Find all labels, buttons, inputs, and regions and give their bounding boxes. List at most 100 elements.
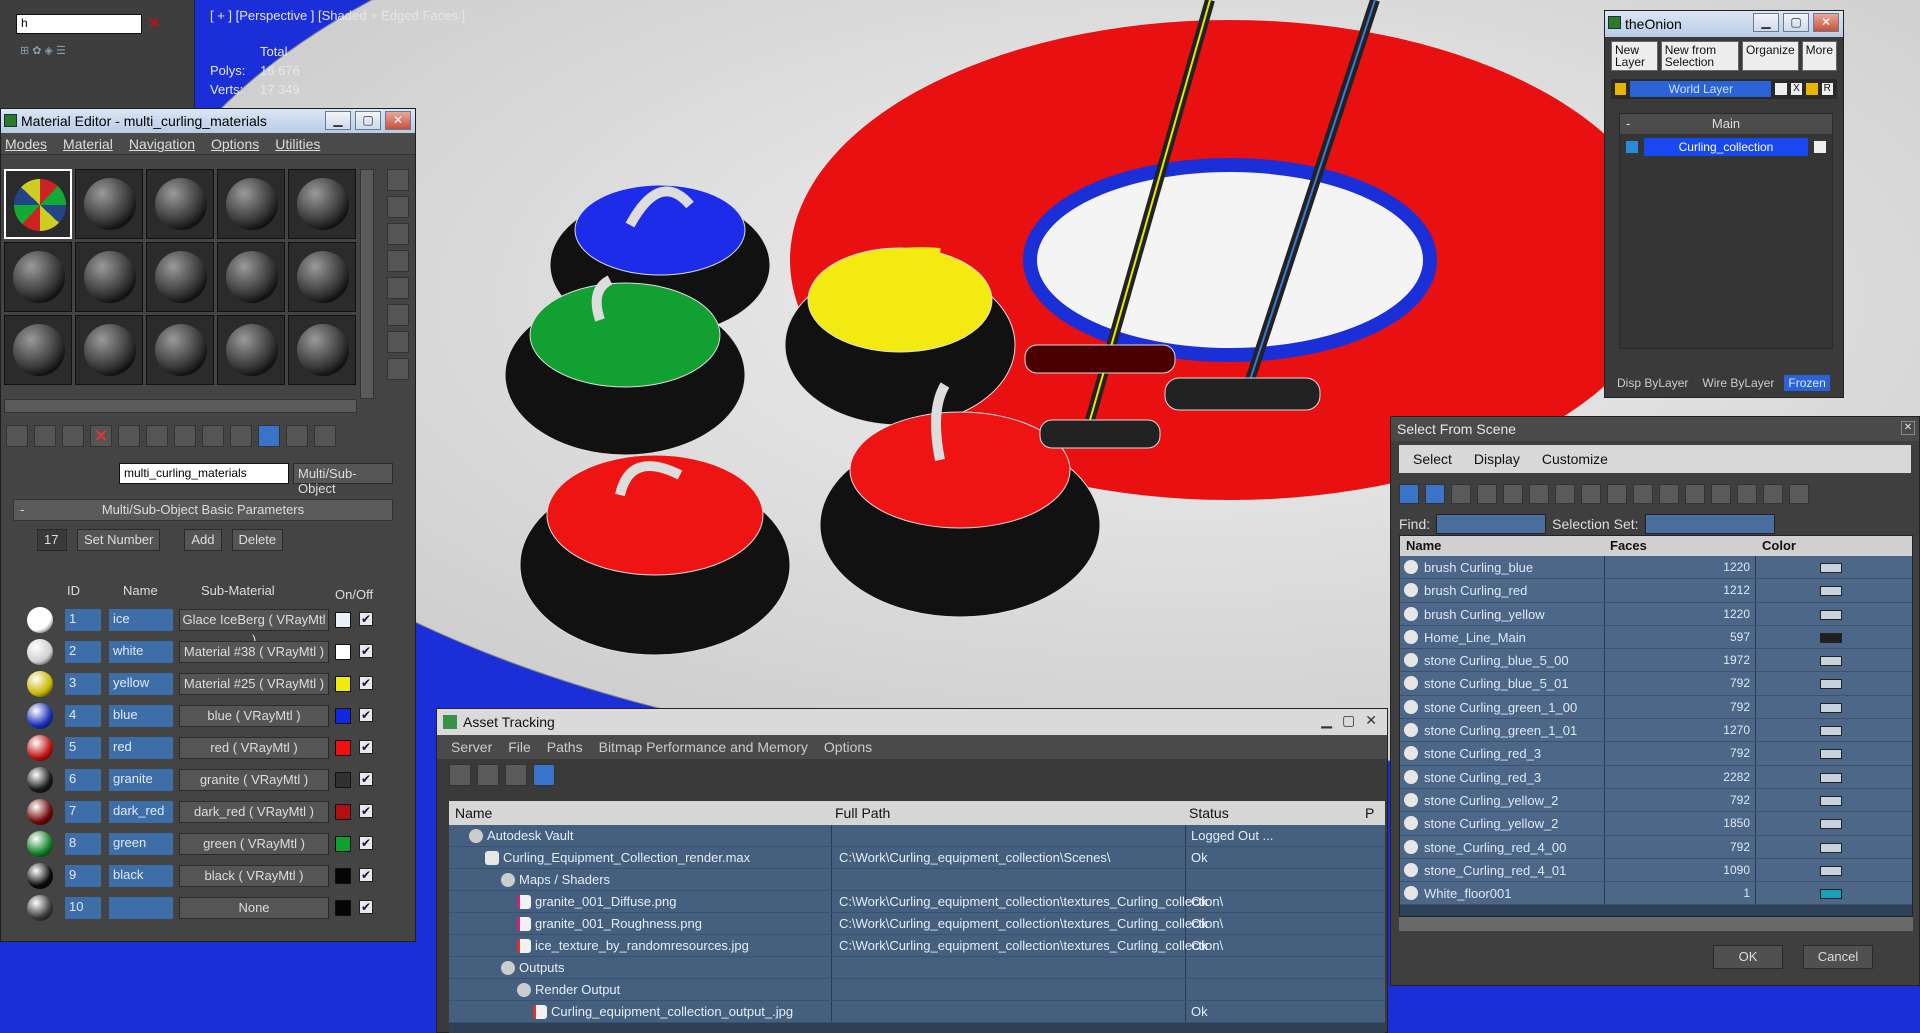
sub-material-name[interactable]	[109, 897, 173, 919]
select-from-scene-close-button[interactable]: ✕	[1901, 421, 1915, 435]
col-status[interactable]: Status	[1189, 805, 1229, 821]
assign-material-icon[interactable]	[62, 425, 84, 447]
sub-material-id[interactable]: 1	[65, 609, 101, 631]
scene-search-input[interactable]: h	[16, 14, 142, 34]
display-cameras-icon[interactable]	[1477, 484, 1497, 504]
display-containers-icon[interactable]	[1633, 484, 1653, 504]
material-type-button[interactable]: Multi/Sub-Object	[293, 463, 393, 496]
layer-item-visibility-icon[interactable]	[1814, 141, 1826, 153]
table-view-icon[interactable]	[533, 764, 555, 786]
sample-slot-7[interactable]	[75, 242, 143, 312]
clear-search-icon[interactable]: ✕	[148, 14, 161, 32]
asset-row[interactable]: granite_001_Diffuse.png C:\Work\Curling_e…	[449, 891, 1385, 913]
sub-material-id[interactable]: 9	[65, 865, 101, 887]
scene-object-row[interactable]: stone Curling_blue_5_01 792	[1400, 672, 1912, 696]
scene-explorer-row-icons[interactable]: ⊞ ✿ ◈ ☰	[20, 44, 66, 57]
sub-material-button[interactable]: Material #25 ( VRayMtl )	[179, 673, 329, 695]
sub-material-button[interactable]: black ( VRayMtl )	[179, 865, 329, 887]
onion-titlebar[interactable]: theOnion ▁ ▢ ✕	[1605, 11, 1843, 37]
cancel-button[interactable]: Cancel	[1803, 945, 1873, 969]
multi-sub-object-rollout[interactable]: - Multi/Sub-Object Basic Parameters	[13, 499, 393, 521]
sub-material-row[interactable]: 8 green green ( VRayMtl ) ✔	[13, 827, 393, 859]
asset-row[interactable]: Maps / Shaders	[449, 869, 1385, 891]
sub-material-button[interactable]: Glace IceBerg ( VRayMtl )	[179, 609, 329, 647]
asset-close-button[interactable]: ✕	[1365, 712, 1377, 729]
layer-x-toggle[interactable]: X	[1790, 83, 1803, 95]
scene-object-row[interactable]: brush Curling_yellow 1220	[1400, 602, 1912, 626]
rollout-collapse-icon[interactable]: -	[20, 500, 24, 520]
menu-bitmap-performance[interactable]: Bitmap Performance and Memory	[599, 739, 808, 755]
scene-object-row[interactable]: White_floor001 1	[1400, 882, 1912, 906]
sample-slot-4[interactable]	[217, 169, 285, 239]
sample-slots-horizontal-scrollbar[interactable]	[4, 399, 357, 413]
col-color[interactable]: Color	[1762, 538, 1796, 553]
select-all-icon[interactable]	[1659, 484, 1679, 504]
sub-material-name[interactable]: blue	[109, 705, 173, 727]
show-shaded-icon[interactable]	[202, 425, 224, 447]
sub-material-on-checkbox[interactable]: ✔	[359, 868, 373, 882]
sub-material-row[interactable]: 6 granite granite ( VRayMtl ) ✔	[13, 763, 393, 795]
col-faces[interactable]: Faces	[1610, 538, 1647, 553]
video-color-check-icon[interactable]	[387, 277, 409, 299]
sub-material-button[interactable]: None	[179, 897, 329, 919]
material-name-field[interactable]: multi_curling_materials	[119, 463, 289, 484]
sample-slot-3[interactable]	[146, 169, 214, 239]
col-full-path[interactable]: Full Path	[835, 805, 890, 821]
reset-map-icon[interactable]: ✕	[90, 425, 112, 447]
sub-material-row[interactable]: 2 white Material #38 ( VRayMtl ) ✔	[13, 635, 393, 667]
onion-close-button[interactable]: ✕	[1813, 13, 1839, 32]
sub-material-color-swatch[interactable]	[335, 804, 351, 820]
sub-material-on-checkbox[interactable]: ✔	[359, 708, 373, 722]
select-invert-icon[interactable]	[1711, 484, 1731, 504]
menu-paths[interactable]: Paths	[547, 739, 583, 755]
make-preview-icon[interactable]	[387, 304, 409, 326]
onion-minimize-button[interactable]: ▁	[1753, 13, 1779, 32]
scene-object-row[interactable]: brush Curling_red 1212	[1400, 579, 1912, 603]
sub-material-button[interactable]: red ( VRayMtl )	[179, 737, 329, 759]
tree-view-icon[interactable]	[505, 764, 527, 786]
sub-material-color-swatch[interactable]	[335, 676, 351, 692]
menu-server[interactable]: Server	[451, 739, 492, 755]
menu-utilities[interactable]: Utilities	[275, 136, 320, 152]
asset-row[interactable]: Curling_equipment_collection_output_.jpg…	[449, 1001, 1385, 1023]
sub-material-on-checkbox[interactable]: ✔	[359, 644, 373, 658]
sub-material-button[interactable]: dark_red ( VRayMtl )	[179, 801, 329, 823]
layer-item-curling-collection[interactable]: Curling_collection	[1626, 138, 1826, 156]
sub-material-id[interactable]: 8	[65, 833, 101, 855]
sample-slot-12[interactable]	[75, 315, 143, 385]
hierarchy-icon[interactable]	[1763, 484, 1783, 504]
list-view-icon[interactable]	[477, 764, 499, 786]
scene-object-row[interactable]: brush Curling_blue 1220	[1400, 556, 1912, 580]
organize-button[interactable]: Organize	[1741, 41, 1799, 71]
minimize-button[interactable]: ▁	[325, 111, 351, 130]
sub-material-row[interactable]: 4 blue blue ( VRayMtl ) ✔	[13, 699, 393, 731]
sub-material-name[interactable]: yellow	[109, 673, 173, 695]
scene-object-row[interactable]: stone Curling_yellow_2 792	[1400, 788, 1912, 813]
sample-slot-5[interactable]	[288, 169, 356, 239]
sub-material-color-swatch[interactable]	[335, 868, 351, 884]
scene-object-row[interactable]: stone_Curling_red_4_00 792	[1400, 835, 1912, 859]
menu-customize[interactable]: Customize	[1542, 451, 1608, 467]
asset-row[interactable]: Outputs	[449, 957, 1385, 979]
display-helpers-icon[interactable]	[1503, 484, 1523, 504]
sample-slot-10[interactable]	[288, 242, 356, 312]
go-forward-sibling-icon[interactable]	[286, 425, 308, 447]
wire-by-layer-toggle[interactable]: Wire ByLayer	[1698, 375, 1778, 391]
set-number-field[interactable]: 17	[37, 529, 67, 551]
sub-material-button[interactable]: blue ( VRayMtl )	[179, 705, 329, 727]
scene-object-row[interactable]: stone Curling_yellow_2 1850	[1400, 812, 1912, 836]
put-to-library-icon[interactable]	[146, 425, 168, 447]
get-material-icon[interactable]	[6, 425, 28, 447]
asset-row[interactable]: ice_texture_by_randomresources.jpg C:\Wor…	[449, 935, 1385, 957]
world-layer-name[interactable]: World Layer	[1630, 81, 1772, 97]
scene-object-row[interactable]: stone Curling_blue_5_00 1972	[1400, 649, 1912, 673]
scene-object-row[interactable]: stone_Curling_red_4_01 1090	[1400, 858, 1912, 883]
frozen-toggle[interactable]: Frozen	[1784, 375, 1830, 391]
sub-material-row[interactable]: 1 ice Glace IceBerg ( VRayMtl ) ✔	[13, 603, 393, 647]
pick-material-icon[interactable]	[314, 425, 336, 447]
layer-visibility-icon[interactable]	[1775, 83, 1787, 95]
new-from-selection-button[interactable]: New from Selection	[1660, 41, 1739, 71]
asset-minimize-button[interactable]: ▁	[1321, 712, 1332, 729]
sample-slot-1[interactable]	[4, 169, 72, 239]
display-space-warps-icon[interactable]	[1529, 484, 1549, 504]
